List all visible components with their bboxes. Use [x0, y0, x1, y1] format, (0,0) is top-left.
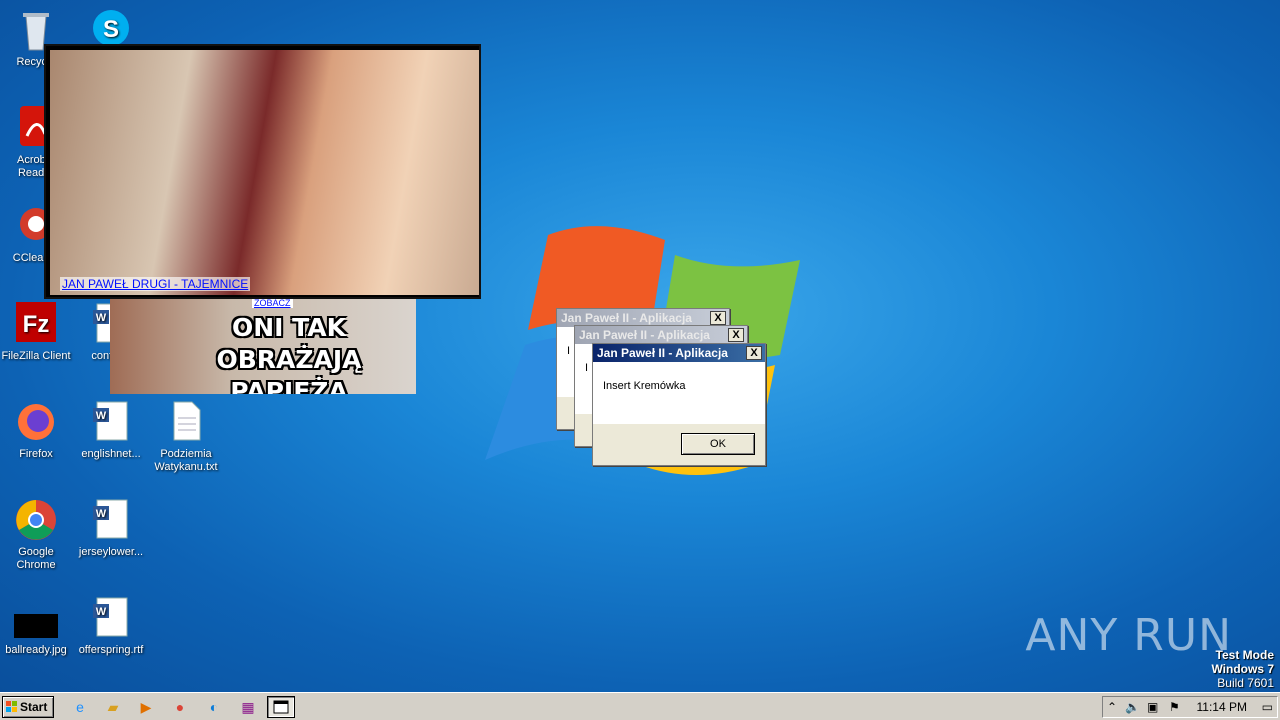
- desktop-icon-podziemia-txt[interactable]: Podziemia Watykanu.txt: [150, 398, 222, 474]
- ie-icon[interactable]: e: [68, 697, 92, 717]
- chrome-icon[interactable]: ●: [168, 697, 192, 717]
- test-mode-notice: Test Mode Windows 7 Build 7601: [1211, 648, 1274, 690]
- word-doc-icon: W: [87, 496, 135, 544]
- close-button[interactable]: X: [728, 328, 744, 342]
- network-icon[interactable]: ▣: [1147, 700, 1158, 714]
- chrome-icon: [12, 496, 60, 544]
- action-center-flag-icon[interactable]: ⚑: [1169, 700, 1180, 714]
- firefox-icon: [12, 398, 60, 446]
- dialog-message-partial: I: [567, 345, 571, 357]
- desktop-icon-ballready-jpg[interactable]: ballready.jpg: [0, 594, 72, 657]
- taskbar: Start e ▰ ▶ ● ◐ ▦ ⌃ 🔈 ▣ ⚑ 11:14 PM ▭: [0, 692, 1280, 720]
- meme-popup-primary[interactable]: JAN PAWEŁ DRUGI - TAJEMNICE: [44, 44, 481, 299]
- image-file-icon: [12, 594, 60, 642]
- desktop: Recycle S Acrobat Reader CCleaner Fz Fil…: [0, 0, 1280, 692]
- media-player-icon[interactable]: ▶: [134, 697, 158, 717]
- start-button[interactable]: Start: [2, 696, 54, 718]
- dialog-front[interactable]: Jan Paweł II - Aplikacja X Insert Kremów…: [592, 343, 766, 466]
- text-file-icon: [162, 398, 210, 446]
- meme-caption-link[interactable]: JAN PAWEŁ DRUGI - TAJEMNICE: [60, 277, 251, 291]
- svg-text:W: W: [96, 606, 107, 618]
- desktop-icon-google-chrome[interactable]: Google Chrome: [0, 496, 72, 572]
- svg-text:W: W: [96, 410, 107, 422]
- edge-icon[interactable]: ◐: [202, 697, 226, 717]
- desktop-icon-englishnet-doc[interactable]: W englishnet...: [75, 398, 147, 461]
- meme-text: ONI TAK OBRAŻAJĄ PAPIEŻA: [216, 313, 362, 394]
- ok-button[interactable]: OK: [681, 433, 755, 455]
- anyrun-watermark: ANY RUN: [1025, 610, 1232, 661]
- svg-text:Fz: Fz: [23, 311, 50, 338]
- meme-link-tag[interactable]: ZOBACZ: [252, 298, 293, 308]
- svg-text:W: W: [96, 312, 107, 324]
- desktop-icon-offerspring-rtf[interactable]: W offerspring.rtf: [75, 594, 147, 657]
- windows-flag-icon: [6, 701, 17, 712]
- dialog-title: Jan Paweł II - Aplikacja: [561, 311, 692, 325]
- dialog-title: Jan Paweł II - Aplikacja: [597, 346, 728, 360]
- close-button[interactable]: X: [710, 311, 726, 325]
- show-hidden-icons[interactable]: ⌃: [1107, 700, 1117, 714]
- filezilla-icon: Fz: [12, 300, 60, 348]
- desktop-icon-jerseylower-doc[interactable]: W jerseylower...: [75, 496, 147, 559]
- desktop-icon-filezilla[interactable]: Fz FileZilla Client: [0, 300, 72, 363]
- dialog-titlebar[interactable]: Jan Paweł II - Aplikacja X: [575, 326, 747, 344]
- system-tray: ⌃ 🔈 ▣ ⚑ 11:14 PM ▭: [1102, 696, 1278, 718]
- svg-text:W: W: [96, 508, 107, 520]
- dialog-message: Insert Kremówka: [603, 380, 686, 392]
- desktop-icon-firefox[interactable]: Firefox: [0, 398, 72, 461]
- dialog-titlebar[interactable]: Jan Paweł II - Aplikacja X: [593, 344, 765, 362]
- dialog-message-partial: I: [585, 362, 589, 374]
- meme-popup-secondary[interactable]: ZOBACZ ONI TAK OBRAŻAJĄ PAPIEŻA: [110, 298, 416, 394]
- meme-photo: [50, 50, 479, 295]
- svg-text:S: S: [103, 16, 119, 43]
- winrar-icon[interactable]: ▦: [236, 697, 260, 717]
- task-button-app[interactable]: [267, 696, 295, 718]
- show-desktop-icon[interactable]: ▭: [1262, 700, 1273, 714]
- clock[interactable]: 11:14 PM: [1197, 700, 1247, 714]
- close-button[interactable]: X: [746, 346, 762, 360]
- explorer-icon[interactable]: ▰: [101, 697, 125, 717]
- word-doc-icon: W: [87, 594, 135, 642]
- volume-icon[interactable]: 🔈: [1125, 700, 1140, 714]
- dialog-title: Jan Paweł II - Aplikacja: [579, 328, 710, 342]
- app-window-icon: [273, 700, 289, 714]
- word-doc-icon: W: [87, 398, 135, 446]
